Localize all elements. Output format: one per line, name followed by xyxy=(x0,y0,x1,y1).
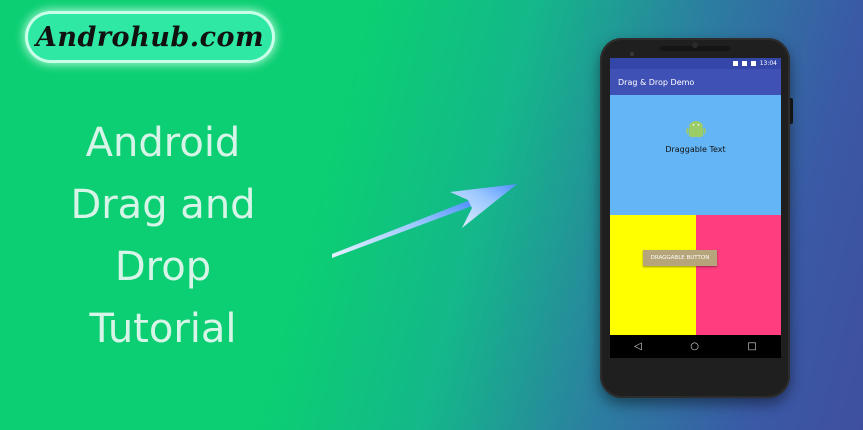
headline-title: Android Drag and Drop Tutorial xyxy=(28,112,298,360)
draggable-button[interactable]: DRAGGABLE BUTTON xyxy=(643,250,717,266)
headline-line: Drag and xyxy=(70,182,256,228)
app-bar: Drag & Drop Demo xyxy=(610,69,781,95)
back-icon[interactable]: ◁ xyxy=(634,341,642,352)
draggable-text[interactable]: Draggable Text xyxy=(610,145,781,154)
home-icon[interactable]: ○ xyxy=(690,341,699,352)
android-robot-icon[interactable] xyxy=(686,120,706,140)
sensor-dot xyxy=(630,52,634,56)
headline-line: Android xyxy=(85,120,241,166)
front-camera xyxy=(692,42,698,48)
navigation-bar: ◁ ○ □ xyxy=(610,335,781,358)
status-bar: 13:04 xyxy=(610,58,781,69)
app-title: Drag & Drop Demo xyxy=(618,77,695,87)
battery-icon xyxy=(750,61,756,66)
phone-screen: 13:04 Drag & Drop Demo Draggable Text DR… xyxy=(610,58,781,358)
headline-line: Tutorial xyxy=(89,306,237,352)
drop-zone-right[interactable] xyxy=(696,215,781,335)
drop-zone-left[interactable] xyxy=(610,215,696,335)
recents-icon[interactable]: □ xyxy=(747,341,756,352)
status-time: 13:04 xyxy=(759,60,777,67)
drop-zone-top[interactable]: Draggable Text xyxy=(610,95,781,215)
phone-mockup: 13:04 Drag & Drop Demo Draggable Text DR… xyxy=(600,38,793,398)
arrow-icon xyxy=(332,184,517,258)
signal-icon xyxy=(741,61,747,66)
power-button[interactable] xyxy=(790,98,793,124)
logo-text: Androhub.com xyxy=(35,21,265,53)
wifi-icon xyxy=(732,61,738,66)
site-logo[interactable]: Androhub.com xyxy=(28,14,272,60)
headline-line: Drop xyxy=(114,244,212,290)
